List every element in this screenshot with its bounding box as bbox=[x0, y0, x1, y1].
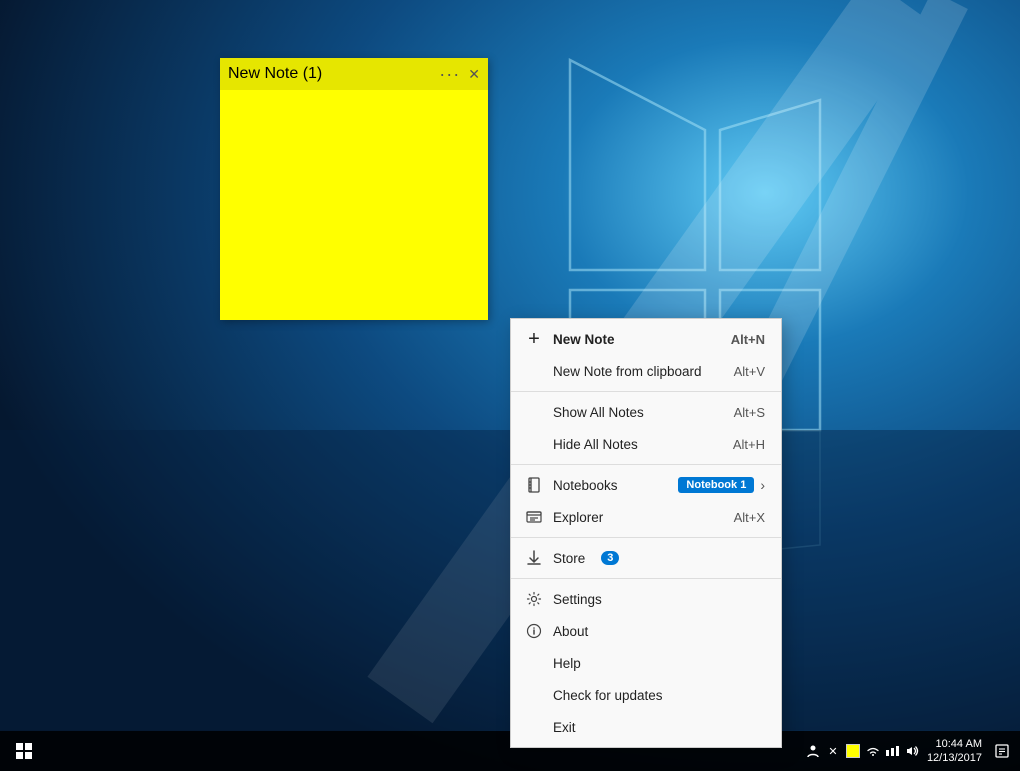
clock-time: 10:44 AM bbox=[936, 737, 982, 751]
hide-notes-icon bbox=[525, 435, 543, 453]
sticky-note-controls: ··· ✕ bbox=[439, 65, 480, 83]
tray-person-icon[interactable] bbox=[805, 743, 821, 759]
context-menu: + New Note Alt+N New Note from clipboard… bbox=[510, 318, 782, 748]
menu-item-check-updates[interactable]: Check for updates bbox=[511, 679, 781, 711]
info-icon bbox=[525, 622, 543, 640]
tray-x-icon[interactable]: ✕ bbox=[825, 743, 841, 759]
menu-divider-3 bbox=[511, 537, 781, 538]
start-button[interactable] bbox=[0, 731, 48, 771]
taskbar-right: ✕ bbox=[805, 737, 1020, 766]
menu-item-new-note[interactable]: + New Note Alt+N bbox=[511, 323, 781, 355]
tray-network-icon[interactable] bbox=[885, 743, 901, 759]
menu-divider-4 bbox=[511, 578, 781, 579]
show-notes-icon bbox=[525, 403, 543, 421]
store-badge: 3 bbox=[601, 551, 619, 565]
menu-item-new-note-clipboard[interactable]: New Note from clipboard Alt+V bbox=[511, 355, 781, 387]
desktop: New Note (1) ··· ✕ + New Note Alt+N bbox=[0, 0, 1020, 771]
notification-center-button[interactable] bbox=[992, 741, 1012, 761]
menu-divider-1 bbox=[511, 391, 781, 392]
menu-item-store[interactable]: Store 3 bbox=[511, 542, 781, 574]
sticky-note-dots-button[interactable]: ··· bbox=[439, 65, 460, 83]
store-icon bbox=[525, 549, 543, 567]
notebook-icon bbox=[525, 476, 543, 494]
menu-item-show-all-notes[interactable]: Show All Notes Alt+S bbox=[511, 396, 781, 428]
update-icon bbox=[525, 686, 543, 704]
menu-divider-2 bbox=[511, 464, 781, 465]
sticky-note: New Note (1) ··· ✕ bbox=[220, 58, 488, 320]
sticky-note-title: New Note (1) bbox=[228, 65, 322, 83]
sticky-note-body[interactable] bbox=[220, 90, 488, 320]
menu-item-about[interactable]: About bbox=[511, 615, 781, 647]
help-icon bbox=[525, 654, 543, 672]
menu-item-help[interactable]: Help bbox=[511, 647, 781, 679]
tray-sticky-icon[interactable] bbox=[845, 743, 861, 759]
settings-icon bbox=[525, 590, 543, 608]
taskbar-left bbox=[0, 731, 48, 771]
menu-item-settings[interactable]: Settings bbox=[511, 583, 781, 615]
menu-item-notebooks[interactable]: Notebooks Notebook 1 › bbox=[511, 469, 781, 501]
explorer-icon bbox=[525, 508, 543, 526]
sticky-note-close-button[interactable]: ✕ bbox=[468, 67, 480, 81]
clock-date: 12/13/2017 bbox=[927, 751, 982, 765]
menu-item-explorer[interactable]: Explorer Alt+X bbox=[511, 501, 781, 533]
clock[interactable]: 10:44 AM 12/13/2017 bbox=[927, 737, 986, 766]
tray-volume-icon[interactable] bbox=[905, 743, 921, 759]
clipboard-icon bbox=[525, 362, 543, 380]
exit-icon bbox=[525, 718, 543, 736]
menu-item-hide-all-notes[interactable]: Hide All Notes Alt+H bbox=[511, 428, 781, 460]
submenu-chevron-icon: › bbox=[760, 477, 765, 493]
tray-wifi-icon[interactable] bbox=[865, 743, 881, 759]
menu-item-exit[interactable]: Exit bbox=[511, 711, 781, 743]
plus-icon: + bbox=[525, 330, 543, 348]
sticky-note-header: New Note (1) ··· ✕ bbox=[220, 58, 488, 90]
tray-area: ✕ bbox=[805, 743, 921, 759]
